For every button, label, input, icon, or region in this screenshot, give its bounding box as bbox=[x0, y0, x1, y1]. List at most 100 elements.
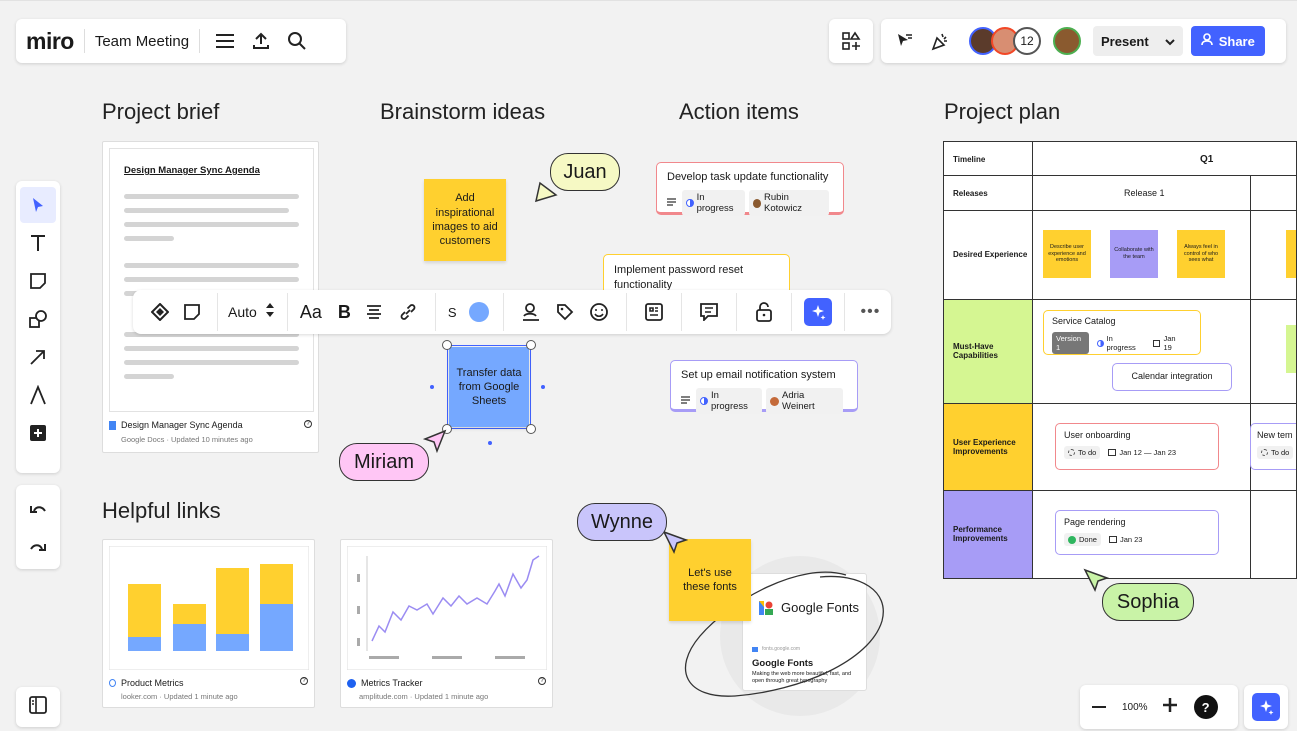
ai-assist-icon[interactable] bbox=[803, 298, 832, 326]
info-icon[interactable]: ? bbox=[300, 677, 308, 685]
card-icon[interactable] bbox=[639, 297, 669, 327]
status-chip[interactable]: Done bbox=[1064, 533, 1101, 546]
shapes-tool[interactable] bbox=[20, 301, 56, 337]
plan-sticky-1[interactable]: Describe user experience and emotions bbox=[1043, 230, 1091, 278]
info-icon[interactable]: ? bbox=[304, 420, 312, 428]
assignee-chip[interactable]: Adria Weinert bbox=[766, 388, 843, 414]
assignee-chip[interactable]: Rubin Kotowicz bbox=[748, 190, 829, 216]
celebrate-icon[interactable] bbox=[925, 26, 955, 56]
pen-tool[interactable] bbox=[20, 377, 56, 413]
panel-toggle-icon[interactable] bbox=[29, 695, 47, 719]
status-chip[interactable]: To do bbox=[1257, 446, 1294, 459]
size-s-button[interactable]: S bbox=[448, 305, 457, 320]
search-icon[interactable] bbox=[282, 26, 312, 56]
sticky-icon[interactable] bbox=[177, 297, 207, 327]
color-swatch[interactable] bbox=[468, 302, 489, 322]
link-meta: amplitude.com · Updated 1 minute ago bbox=[359, 692, 489, 701]
cursor-label-sophia: Sophia bbox=[1102, 583, 1194, 621]
board-canvas[interactable]: miro Team Meeting 12 Present Share Proje… bbox=[0, 0, 1297, 731]
plan-sticky-partial[interactable] bbox=[1286, 325, 1296, 373]
tag-icon[interactable] bbox=[550, 297, 580, 327]
zoom-in-icon[interactable] bbox=[1162, 697, 1178, 718]
select-tool[interactable] bbox=[20, 187, 56, 223]
bold-button[interactable]: B bbox=[338, 302, 351, 323]
comment-icon[interactable] bbox=[694, 297, 724, 327]
apps-panel bbox=[829, 19, 873, 63]
divider bbox=[83, 29, 85, 53]
doc-line bbox=[124, 208, 289, 213]
assign-user-icon[interactable] bbox=[516, 297, 546, 327]
text-tool[interactable] bbox=[20, 225, 56, 261]
cursor-flag-icon[interactable] bbox=[889, 26, 919, 56]
connector-dot[interactable] bbox=[430, 385, 434, 389]
resize-handle[interactable] bbox=[526, 424, 536, 434]
font-button[interactable]: Aa bbox=[300, 302, 322, 323]
share-button[interactable]: Share bbox=[1190, 26, 1265, 56]
resize-handle[interactable] bbox=[526, 340, 536, 350]
arrow-tool[interactable] bbox=[20, 339, 56, 375]
plan-card-service-catalog[interactable]: Service Catalog Version 1 In progress Ja… bbox=[1043, 310, 1201, 355]
more-icon[interactable]: ••• bbox=[861, 303, 881, 321]
plan-card-calendar[interactable]: Calendar integration bbox=[1112, 363, 1232, 391]
board-title[interactable]: Team Meeting bbox=[95, 33, 189, 50]
apps-icon[interactable] bbox=[836, 26, 866, 56]
plan-sticky-2[interactable]: Collaborate with the team bbox=[1110, 230, 1158, 278]
info-icon[interactable]: ? bbox=[538, 677, 546, 685]
status-chip[interactable]: To do bbox=[1064, 446, 1101, 459]
grid-line bbox=[944, 299, 1296, 300]
help-button[interactable]: ? bbox=[1193, 695, 1218, 719]
todo-icon bbox=[1068, 449, 1075, 456]
grid-line bbox=[944, 210, 1296, 211]
emoji-icon[interactable] bbox=[584, 297, 614, 327]
size-stepper-icon[interactable] bbox=[265, 301, 275, 324]
resize-handle[interactable] bbox=[442, 340, 452, 350]
calendar-icon bbox=[1108, 449, 1117, 456]
board-header: miro Team Meeting bbox=[16, 19, 346, 63]
sticky-note-tool[interactable] bbox=[20, 263, 56, 299]
card-title: Page rendering bbox=[1064, 517, 1126, 527]
zoom-level[interactable]: 100% bbox=[1122, 702, 1148, 713]
date-chip[interactable]: Jan 19 bbox=[1149, 332, 1188, 354]
section-title-brainstorm: Brainstorm ideas bbox=[380, 99, 546, 124]
project-plan-table[interactable]: Timeline Q1 Releases Release 1 Desired E… bbox=[943, 141, 1297, 579]
plan-card-new-template[interactable]: New tem To do bbox=[1250, 423, 1296, 470]
link-card-metrics-tracker[interactable]: Metrics Tracker amplitude.com · Updated … bbox=[340, 539, 553, 708]
export-icon[interactable] bbox=[246, 26, 276, 56]
redo-icon[interactable] bbox=[20, 529, 56, 565]
date-chip[interactable]: Jan 23 bbox=[1105, 533, 1147, 546]
plan-card-onboarding[interactable]: User onboarding To do Jan 12 — Jan 23 bbox=[1055, 423, 1219, 470]
plan-card-page-rendering[interactable]: Page rendering Done Jan 23 bbox=[1055, 510, 1219, 555]
ai-sparkle-icon[interactable] bbox=[1252, 693, 1280, 721]
avatar-3[interactable] bbox=[1053, 27, 1081, 55]
undo-icon[interactable] bbox=[20, 491, 56, 527]
unlock-icon[interactable] bbox=[749, 297, 779, 327]
connector-dot[interactable] bbox=[541, 385, 545, 389]
plan-sticky-3[interactable]: Always feel in control of who sees what bbox=[1177, 230, 1225, 278]
link-icon[interactable] bbox=[393, 297, 423, 327]
done-icon bbox=[1068, 535, 1076, 544]
sticky-note-inspiration[interactable]: Add inspirational images to aid customer… bbox=[424, 179, 506, 261]
collaborator-count[interactable]: 12 bbox=[1013, 27, 1041, 55]
sticky-note-transfer[interactable]: Transfer data from Google Sheets bbox=[449, 347, 529, 427]
status-chip[interactable]: In progress bbox=[682, 190, 745, 216]
zoom-out-icon[interactable] bbox=[1092, 705, 1106, 709]
menu-icon[interactable] bbox=[210, 26, 240, 56]
task-card-3[interactable]: Set up email notification system In prog… bbox=[670, 360, 858, 414]
toolbar-separator bbox=[790, 293, 792, 331]
auto-size-label[interactable]: Auto bbox=[228, 304, 257, 320]
align-icon[interactable] bbox=[359, 297, 389, 327]
version-chip[interactable]: Version 1 bbox=[1052, 332, 1089, 354]
connector-dot[interactable] bbox=[488, 441, 492, 445]
miro-logo[interactable]: miro bbox=[26, 28, 74, 55]
toolbar-separator bbox=[434, 293, 436, 331]
date-chip[interactable]: Jan 12 — Jan 23 bbox=[1104, 446, 1180, 459]
cursor-label-miriam: Miriam bbox=[339, 443, 429, 481]
present-button[interactable]: Present bbox=[1093, 26, 1183, 56]
status-chip[interactable]: In progress bbox=[696, 388, 763, 414]
status-chip[interactable]: In progress bbox=[1093, 332, 1145, 354]
task-card-1[interactable]: Develop task update functionality In pro… bbox=[656, 162, 844, 216]
jira-icon[interactable] bbox=[145, 297, 175, 327]
plan-sticky-partial[interactable] bbox=[1286, 230, 1296, 278]
link-card-product-metrics[interactable]: Product Metrics looker.com · Updated 1 m… bbox=[102, 539, 315, 708]
add-more-tool[interactable] bbox=[20, 415, 56, 451]
